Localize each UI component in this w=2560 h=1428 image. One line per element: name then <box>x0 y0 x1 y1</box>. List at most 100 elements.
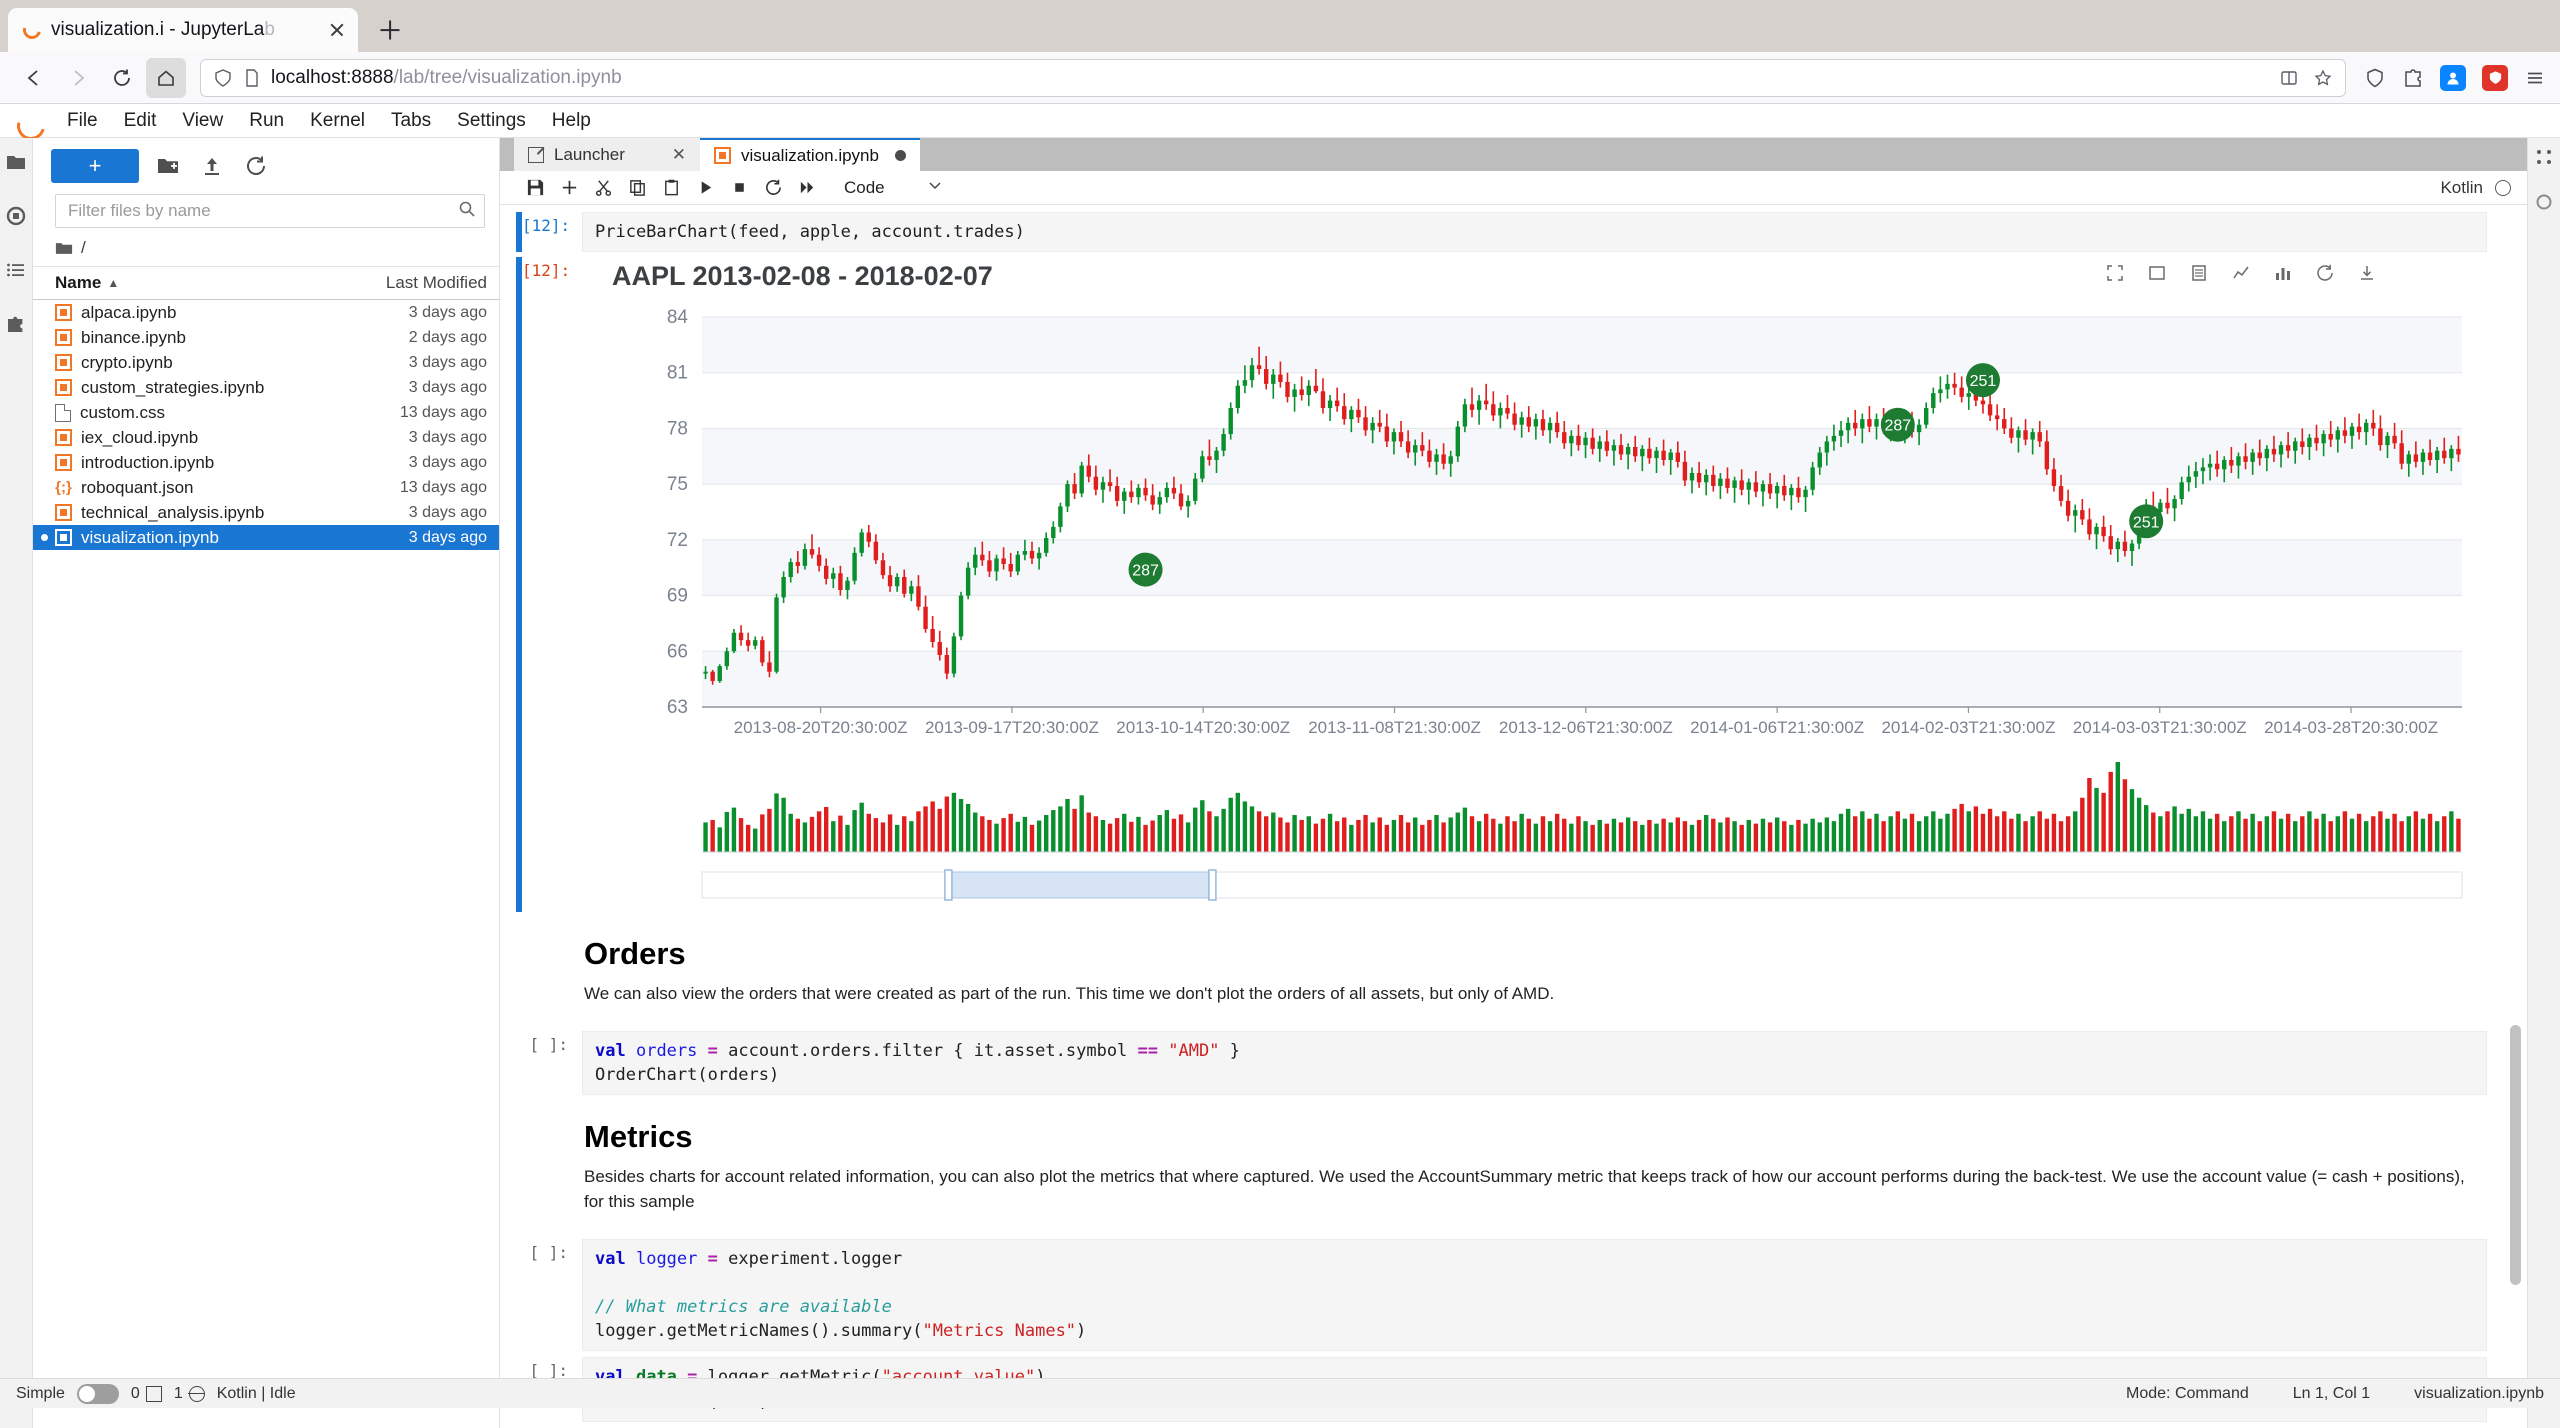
menu-kernel[interactable]: Kernel <box>297 106 378 136</box>
notebook-icon <box>55 354 72 371</box>
file-list-item[interactable]: custom.css13 days ago <box>33 400 499 425</box>
file-list-item[interactable]: alpaca.ipynb3 days ago <box>33 300 499 325</box>
run-icon[interactable] <box>688 173 722 203</box>
table-of-contents-icon[interactable] <box>2 256 30 284</box>
column-header-last-modified[interactable]: Last Modified <box>347 273 487 293</box>
markdown-cell[interactable]: Metrics Besides charts for account relat… <box>500 1098 2527 1236</box>
reload-icon[interactable] <box>102 58 142 98</box>
shield-red-icon[interactable] <box>2482 65 2508 91</box>
kernels-count: 1 <box>174 1385 183 1403</box>
markdown-cell[interactable]: Metric Box Chart <box>500 1425 2527 1428</box>
file-list-item[interactable]: iex_cloud.ipynb3 days ago <box>33 425 499 450</box>
markdown-cell[interactable]: Orders We can also view the orders that … <box>500 915 2527 1028</box>
menu-help[interactable]: Help <box>539 106 604 136</box>
code-editor[interactable]: PriceBarChart(feed, apple, account.trade… <box>582 212 2487 252</box>
search-icon[interactable] <box>458 200 476 223</box>
code-cell[interactable]: [ ]: val orders = account.orders.filter … <box>500 1028 2527 1098</box>
zoom-icon[interactable] <box>2147 263 2167 288</box>
notebook-icon <box>55 454 72 471</box>
insert-cell-icon[interactable] <box>552 173 586 203</box>
save-icon[interactable] <box>518 173 552 203</box>
kernel-indicator[interactable]: Kotlin <box>2440 178 2527 198</box>
notebook-scroll-area[interactable]: [12]: PriceBarChart(feed, apple, account… <box>500 205 2527 1428</box>
new-launcher-button[interactable]: + <box>51 149 139 183</box>
terminals-status[interactable]: 0 <box>131 1385 162 1403</box>
menu-view[interactable]: View <box>169 106 236 136</box>
address-bar[interactable]: localhost:8888/lab/tree/visualization.ip… <box>200 59 2346 97</box>
save-image-icon[interactable] <box>2357 263 2377 288</box>
file-name-cell: visualization.ipynb <box>55 528 347 548</box>
code-editor[interactable]: val orders = account.orders.filter { it.… <box>582 1031 2487 1095</box>
trade-marker[interactable]: 251 <box>1966 363 2000 397</box>
copy-icon[interactable] <box>620 173 654 203</box>
trade-marker[interactable]: 251 <box>2129 504 2163 538</box>
chart-output-cell[interactable]: [12]: AAPL 2013-02-08 - 2018-02-07 <box>500 255 2527 915</box>
kernel-status-icon <box>2495 180 2511 196</box>
reader-view-icon[interactable] <box>2279 68 2299 88</box>
file-browser-icon[interactable] <box>2 148 30 176</box>
menu-settings[interactable]: Settings <box>444 106 539 136</box>
refresh-icon[interactable] <box>241 151 271 181</box>
back-arrow-icon[interactable] <box>14 58 54 98</box>
unsaved-changes-icon[interactable] <box>895 150 906 161</box>
code-cell[interactable]: [12]: PriceBarChart(feed, apple, account… <box>500 209 2527 255</box>
file-list-item[interactable]: visualization.ipynb3 days ago <box>33 525 499 550</box>
running-terminals-icon[interactable] <box>2 202 30 230</box>
price-bar-chart[interactable]: AAPL 2013-02-08 - 2018-02-07 <box>582 257 2487 912</box>
debugger-icon[interactable] <box>2533 191 2555 218</box>
tab-visualization-ipynb[interactable]: visualization.ipynb <box>700 138 920 171</box>
trade-marker[interactable]: 287 <box>1129 553 1163 587</box>
trade-marker[interactable]: 287 <box>1881 408 1915 442</box>
kernel-info[interactable]: Kotlin | Idle <box>217 1385 296 1403</box>
menu-run[interactable]: Run <box>236 106 297 136</box>
cut-icon[interactable] <box>586 173 620 203</box>
file-list-item[interactable]: custom_strategies.ipynb3 days ago <box>33 375 499 400</box>
code-cell[interactable]: [ ]: val logger = experiment.logger // W… <box>500 1236 2527 1355</box>
extension-puzzle-icon[interactable] <box>2402 67 2424 89</box>
app-menu-icon[interactable] <box>2524 67 2546 89</box>
forward-arrow-icon[interactable] <box>58 58 98 98</box>
close-icon[interactable]: ✕ <box>672 145 686 165</box>
new-tab-button[interactable] <box>370 10 410 50</box>
file-list-item[interactable]: technical_analysis.ipynb3 days ago <box>33 500 499 525</box>
chart-canvas[interactable]: 63666972757881842013-08-20T20:30:00Z2013… <box>582 292 2487 912</box>
account-badge-icon[interactable] <box>2440 65 2466 91</box>
property-inspector-icon[interactable] <box>2533 146 2555 173</box>
filter-files-input[interactable]: Filter files by name <box>55 194 485 228</box>
new-folder-icon[interactable] <box>153 151 183 181</box>
paste-icon[interactable] <box>654 173 688 203</box>
menu-edit[interactable]: Edit <box>111 106 170 136</box>
browser-tab[interactable]: visualization.i - JupyterLab <box>8 8 358 52</box>
upload-icon[interactable] <box>197 151 227 181</box>
menu-tabs[interactable]: Tabs <box>378 106 444 136</box>
file-list-item[interactable]: crypto.ipynb3 days ago <box>33 350 499 375</box>
stop-icon[interactable] <box>722 173 756 203</box>
file-list-item[interactable]: {;}roboquant.json13 days ago <box>33 475 499 500</box>
code-editor[interactable]: val logger = experiment.logger // What m… <box>582 1239 2487 1352</box>
line-switch-icon[interactable] <box>2231 263 2251 288</box>
extension-manager-icon[interactable] <box>2 310 30 338</box>
simple-mode-toggle[interactable] <box>77 1384 119 1404</box>
file-list-item[interactable]: introduction.ipynb3 days ago <box>33 450 499 475</box>
cell-type-value: Code <box>844 178 885 198</box>
restart-and-run-all-icon[interactable] <box>790 173 824 203</box>
cursor-position[interactable]: Ln 1, Col 1 <box>2293 1385 2370 1403</box>
restore-icon[interactable] <box>2105 263 2125 288</box>
bookmark-star-icon[interactable] <box>2313 68 2333 88</box>
cell-type-select[interactable]: Code <box>838 174 947 201</box>
kernels-status[interactable]: 1 <box>174 1385 205 1403</box>
shield-icon <box>213 68 233 88</box>
refresh-icon[interactable] <box>2315 263 2335 288</box>
restart-kernel-icon[interactable] <box>756 173 790 203</box>
vertical-scrollbar[interactable] <box>2510 1025 2521 1285</box>
tab-launcher[interactable]: Launcher ✕ <box>514 138 700 171</box>
file-list-item[interactable]: binance.ipynb2 days ago <box>33 325 499 350</box>
bar-switch-icon[interactable] <box>2273 263 2293 288</box>
data-view-icon[interactable] <box>2189 263 2209 288</box>
breadcrumb[interactable]: / <box>33 228 499 266</box>
home-icon[interactable] <box>146 58 186 98</box>
column-header-name[interactable]: Name ▲ <box>55 273 347 293</box>
close-icon[interactable] <box>326 19 348 41</box>
shield-protections-icon[interactable] <box>2364 67 2386 89</box>
menu-file[interactable]: File <box>54 106 111 136</box>
